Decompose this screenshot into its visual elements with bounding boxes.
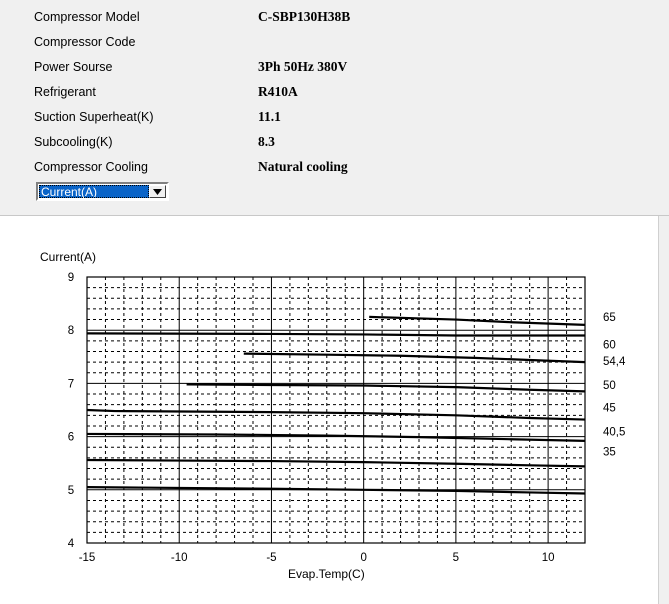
condensing-temp-label: 40,5	[603, 426, 625, 438]
table-row: Refrigerant R410A	[34, 79, 350, 104]
series-select-value[interactable]: Current(A)	[39, 185, 149, 198]
chart-panel: Current(A) Evap.Temp(C) -15 -10 -5 0 5 10 456…	[0, 216, 669, 604]
compressor-spec-table: Compressor Model C-SBP130H38B Compressor…	[34, 4, 350, 179]
x-tick-label: -10	[171, 552, 188, 564]
condensing-temp-label: 54,4	[603, 356, 626, 368]
x-axis-title: Evap.Temp(C)	[288, 567, 365, 581]
spec-value: C-SBP130H38B	[258, 8, 351, 24]
spec-label: Power Sourse	[34, 59, 113, 74]
chevron-down-icon[interactable]	[149, 185, 166, 198]
x-tick-label: 5	[453, 552, 459, 564]
table-row: Compressor Cooling Natural cooling	[34, 154, 350, 179]
y-tick-label: 5	[68, 485, 74, 497]
spec-value: 3Ph 50Hz 380V	[258, 58, 348, 74]
table-row: Subcooling(K) 8.3	[34, 129, 350, 154]
x-tick-label: -15	[79, 552, 96, 564]
y-tick-label: 4	[68, 538, 75, 550]
y-tick-label: 8	[68, 325, 74, 337]
y-tick-label: 7	[68, 378, 74, 390]
table-row: Suction Superheat(K) 11.1	[34, 104, 350, 129]
table-row: Compressor Code	[34, 29, 350, 54]
spec-value: 11.1	[258, 108, 281, 124]
spec-label: Refrigerant	[34, 84, 96, 99]
x-tick-label: 10	[542, 552, 555, 564]
condensing-temp-label: 65	[603, 312, 616, 324]
y-tick-label: 9	[68, 272, 74, 284]
spec-label: Compressor Code	[34, 34, 136, 49]
y-axis-title: Current(A)	[40, 250, 96, 264]
spec-label: Suction Superheat(K)	[34, 109, 154, 124]
right-gutter	[658, 216, 669, 604]
condensing-temp-label: 35	[603, 446, 616, 458]
series-select-dropdown[interactable]: Current(A)	[36, 182, 169, 201]
spec-value	[258, 29, 350, 54]
specs-header-panel: Compressor Model C-SBP130H38B Compressor…	[0, 0, 669, 216]
condensing-temp-label: 45	[603, 402, 616, 414]
spec-value: Natural cooling	[258, 158, 348, 174]
spec-label: Subcooling(K)	[34, 134, 113, 149]
spec-label: Compressor Model	[34, 9, 140, 24]
current-vs-evap-temp-chart: Current(A) Evap.Temp(C) -15 -10 -5 0 5 10 456…	[0, 216, 669, 604]
condensing-temp-label: 60	[603, 340, 616, 352]
x-tick-label: -5	[266, 552, 276, 564]
y-tick-label: 6	[68, 432, 74, 444]
spec-value: R410A	[258, 83, 298, 99]
spec-value: 8.3	[258, 133, 275, 149]
x-tick-label: 0	[360, 552, 366, 564]
condensing-temp-label: 50	[603, 380, 616, 392]
table-row: Compressor Model C-SBP130H38B	[34, 4, 350, 29]
table-row: Power Sourse 3Ph 50Hz 380V	[34, 54, 350, 79]
spec-label: Compressor Cooling	[34, 159, 148, 174]
